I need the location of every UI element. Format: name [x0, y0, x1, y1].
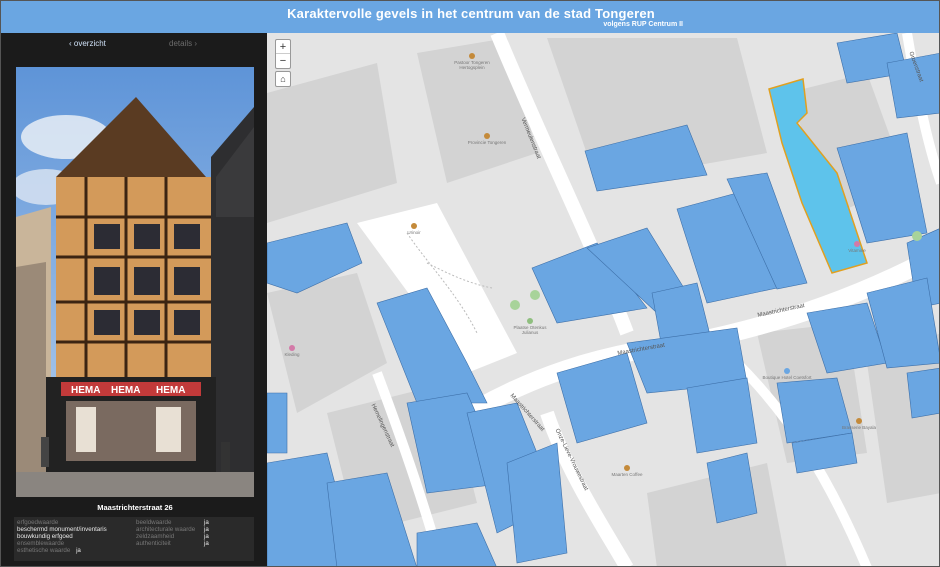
- attr-label: authenticiteit: [136, 540, 171, 547]
- poi-marker[interactable]: Boutique Hotel Coetsfort: [762, 368, 812, 380]
- map-canvas[interactable]: [267, 33, 940, 567]
- home-button[interactable]: ⌂: [275, 71, 291, 87]
- zoom-in-button[interactable]: +: [276, 40, 290, 54]
- poi-label: Pastoor Tongeren Hertogsplein: [454, 60, 490, 70]
- poi-marker[interactable]: Plaatse Otenkus Julianus: [505, 318, 555, 335]
- poi-marker[interactable]: Brasserie Bayala: [834, 418, 884, 430]
- hotel-icon: [784, 368, 790, 374]
- attribute-list: erfgoedwaarde beschermd monument/inventa…: [14, 517, 254, 561]
- attr-value: ja: [204, 519, 209, 526]
- poi-marker[interactable]: Provincie Tongeren: [462, 133, 512, 145]
- attr-value: ja: [204, 526, 209, 533]
- panel-nav: ‹ overzicht details ›: [1, 33, 267, 53]
- attr-row: bouwkundig erfgoed: [17, 533, 73, 540]
- app-header: Karaktervolle gevels in het centrum van …: [1, 1, 939, 33]
- zoom-control: + −: [275, 39, 291, 69]
- details-link[interactable]: details ›: [169, 39, 197, 48]
- attr-row: ja: [204, 540, 209, 547]
- shop-icon: [289, 345, 295, 351]
- poi-label: Vitamine: [848, 248, 866, 253]
- photo-sign-2: HEMA: [111, 385, 140, 396]
- attr-row: ja: [204, 519, 209, 526]
- attr-label: erfgoedwaarde: [17, 519, 59, 526]
- attr-value: ja: [204, 540, 209, 547]
- poi-label: Brasserie Bayala: [841, 425, 877, 430]
- overview-link[interactable]: ‹ overzicht: [69, 39, 106, 48]
- attr-row: architecturale waarde: [136, 526, 195, 533]
- poi-label: Plaatse Otenkus Julianus: [513, 325, 547, 335]
- attr-label: beeldwaarde: [136, 519, 172, 526]
- attr-row: beschermd monument/inventaris: [17, 526, 107, 533]
- poi-marker[interactable]: Urinoir: [389, 223, 439, 235]
- map-view[interactable]: + − ⌂ Vermeulenstraat Maastrichterstraat…: [267, 33, 940, 567]
- poi-label: Kleding: [284, 352, 300, 357]
- attr-row: ensemblewaarde: [17, 540, 64, 547]
- toilet-icon: [411, 223, 417, 229]
- attr-row: zeldzaamheid: [136, 533, 174, 540]
- poi-marker[interactable]: Vitamine: [832, 241, 882, 253]
- poi-label: Urinoir: [407, 230, 421, 235]
- zoom-out-button[interactable]: −: [276, 54, 290, 68]
- feature-address: Maastrichterstraat 26: [97, 503, 173, 512]
- poi-marker[interactable]: Kleding: [267, 345, 317, 357]
- poi-marker[interactable]: Maarten Coffee: [602, 465, 652, 477]
- attr-label: ensemblewaarde: [17, 540, 65, 547]
- cafe-icon: [624, 465, 630, 471]
- attr-label: esthetische waarde: [17, 547, 71, 554]
- attr-row: beeldwaarde: [136, 519, 171, 526]
- app-title: Karaktervolle gevels in het centrum van …: [287, 6, 655, 21]
- monument-icon: [527, 318, 533, 324]
- attr-label: architecturale waarde: [136, 526, 196, 533]
- app-subtitle: volgens RUP Centrum II: [603, 21, 683, 28]
- attr-row: ja: [204, 526, 209, 533]
- app-frame: Karaktervolle gevels in het centrum van …: [0, 0, 940, 567]
- attr-row: ja: [204, 533, 209, 540]
- detail-panel: ‹ overzicht details › HEMA HEMA HEMA Maa…: [1, 33, 267, 566]
- attr-row: authenticiteit: [136, 540, 171, 547]
- restaurant-icon: [856, 418, 862, 424]
- landmark-icon: [469, 53, 475, 59]
- facade-photo: HEMA HEMA HEMA: [16, 67, 254, 497]
- poi-label: Boutique Hotel Coetsfort: [762, 375, 812, 380]
- shop-icon: [854, 241, 860, 247]
- photo-sign-1: HEMA: [71, 385, 100, 396]
- facade-illustration: HEMA HEMA HEMA: [16, 67, 254, 497]
- attr-label: beschermd monument/inventaris: [17, 526, 107, 533]
- poi-label: Provincie Tongeren: [467, 140, 507, 145]
- photo-sign-3: HEMA: [156, 385, 185, 396]
- attr-row: esthetische waarde ja: [17, 547, 81, 554]
- attr-label: bouwkundig erfgoed: [17, 533, 73, 540]
- attr-label: zeldzaamheid: [136, 533, 175, 540]
- landmark-icon: [484, 133, 490, 139]
- poi-label: Maarten Coffee: [611, 472, 643, 477]
- attr-value: ja: [204, 533, 209, 540]
- poi-marker[interactable]: Pastoor Tongeren Hertogsplein: [447, 53, 497, 70]
- attr-value: ja: [76, 547, 81, 554]
- attr-row: erfgoedwaarde: [17, 519, 58, 526]
